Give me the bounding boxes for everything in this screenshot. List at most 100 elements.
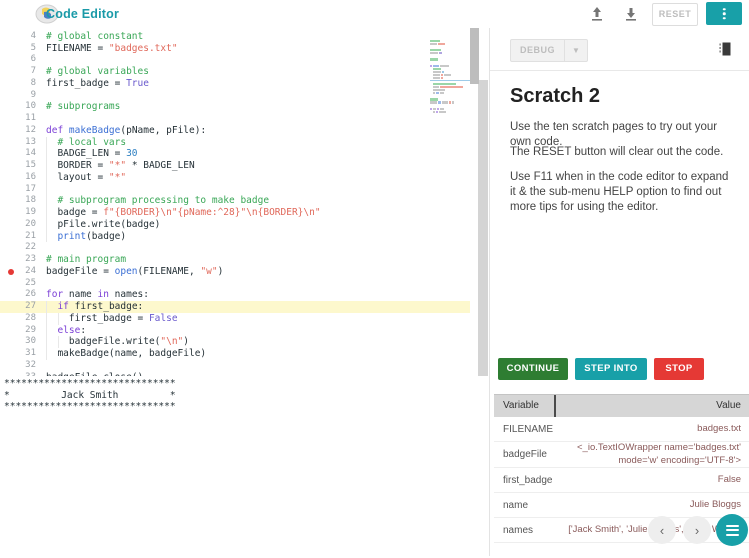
variable-value: badges.txt bbox=[697, 422, 741, 434]
debug-button[interactable]: DEBUG ▼ bbox=[510, 39, 589, 62]
debug-toolbar: DEBUG ▼ bbox=[490, 28, 749, 71]
code-line: 32 bbox=[0, 360, 470, 372]
code-editor-pane[interactable]: 34# global constant5FILENAME = "badges.t… bbox=[0, 28, 489, 377]
minimap-line bbox=[430, 108, 478, 110]
line-number: 15 bbox=[25, 160, 36, 170]
debug-controls: CONTINUE STEP INTO STOP bbox=[490, 358, 749, 392]
line-number: 12 bbox=[25, 124, 36, 135]
indent-guide bbox=[46, 183, 47, 196]
line-text: else: bbox=[57, 324, 87, 336]
variable-name: names bbox=[503, 524, 534, 536]
line-text: # subprogram processing to make badge bbox=[46, 195, 270, 207]
minimap-scrollbar-thumb[interactable] bbox=[478, 80, 488, 376]
variable-name: first_badge bbox=[503, 474, 553, 486]
variable-value: Julie Bloggs bbox=[689, 498, 741, 510]
column-header-variable: Variable bbox=[494, 395, 556, 417]
step-into-button[interactable]: STEP INTO bbox=[575, 358, 647, 380]
download-icon[interactable] bbox=[621, 4, 641, 24]
table-row: name Julie Bloggs bbox=[494, 493, 749, 518]
line-number: 23 bbox=[25, 254, 36, 264]
panel-paragraph: The RESET button will clear out the code… bbox=[510, 146, 724, 158]
kebab-menu-icon[interactable] bbox=[706, 2, 742, 25]
code-line: 4 # global constant bbox=[0, 31, 470, 43]
minimap-line bbox=[430, 105, 478, 114]
code-line: 13 # local vars bbox=[0, 136, 470, 149]
continue-button[interactable]: CONTINUE bbox=[498, 358, 568, 380]
table-row: FILENAME badges.txt bbox=[494, 417, 749, 442]
variable-name: FILENAME bbox=[503, 423, 554, 435]
code-line: 31 makeBadge(name, badgeFile) bbox=[0, 348, 470, 360]
code-line: 18 # subprogram processing to make badge bbox=[0, 195, 470, 207]
line-text: print(badge) bbox=[57, 230, 127, 242]
code-editor-app: Code Editor RESET 34# global constant5FI… bbox=[0, 0, 749, 558]
code-line: 17 bbox=[0, 183, 470, 196]
line-number: 25 bbox=[25, 277, 36, 288]
minimap-line bbox=[430, 93, 478, 104]
line-text: badge = f"{BORDER}\n"{pName:^28}"\n{BORD… bbox=[46, 207, 321, 218]
line-text: makeBadge(name, badgeFile) bbox=[46, 348, 207, 359]
variables-rows: FILENAME badges.txt badgeFile <_io.TextIOWr… bbox=[494, 417, 749, 543]
reset-button[interactable]: RESET bbox=[652, 3, 698, 26]
line-number: 26 bbox=[25, 289, 36, 300]
line-text: # subprograms bbox=[46, 101, 121, 113]
code-line: 16 layout = "*" bbox=[0, 171, 470, 184]
line-text: layout = "*" bbox=[46, 171, 127, 183]
list-menu-icon[interactable] bbox=[716, 514, 748, 546]
code-line: 19 badge = f"{BORDER}\n"{pName:^28}"\n{B… bbox=[0, 207, 470, 219]
chevron-right-icon[interactable]: › bbox=[683, 516, 711, 544]
panel-toggle-icon[interactable] bbox=[717, 40, 735, 58]
variables-table: Variable Value FILENAME badges.txt badgeFi… bbox=[494, 394, 749, 543]
line-text: badgeFile = open(FILENAME, "w") bbox=[46, 265, 224, 277]
upload-icon[interactable] bbox=[587, 4, 607, 24]
line-text: first_badge = False bbox=[46, 312, 178, 324]
table-row: badgeFile <_io.TextIOWrapper name='badges… bbox=[494, 442, 749, 468]
code-line: 5 FILENAME = "badges.txt" bbox=[0, 43, 470, 55]
chevron-down-icon[interactable]: ▼ bbox=[565, 40, 587, 61]
code-line: 26 for name in names: bbox=[0, 289, 470, 301]
code-line: 7 # global variables bbox=[0, 66, 470, 78]
panel-paragraph: Use F11 when in the code editor to expan… bbox=[510, 171, 729, 213]
code-line: 25 bbox=[0, 278, 470, 290]
code-scroll-area[interactable]: 34# global constant5FILENAME = "badges.t… bbox=[0, 28, 470, 376]
line-number: 32 bbox=[25, 359, 36, 370]
code-line: 15 BORDER = "*" * BADGE_LEN bbox=[0, 160, 470, 172]
line-number: 17 bbox=[25, 183, 36, 194]
line-number: 28 bbox=[25, 312, 36, 323]
line-number: 5 bbox=[30, 42, 36, 53]
variables-table-header: Variable Value bbox=[494, 394, 749, 417]
line-text: def makeBadge(pName, pFile): bbox=[46, 124, 207, 136]
editor-scrollbar-thumb[interactable] bbox=[470, 28, 479, 84]
line-text: BADGE_LEN = 30 bbox=[46, 148, 138, 160]
line-number: 18 bbox=[25, 195, 36, 206]
line-text: # main program bbox=[46, 254, 127, 265]
right-panel: DEBUG ▼ Scratch 2 Use the ten scratch pa… bbox=[489, 28, 749, 556]
variable-value: False bbox=[717, 473, 741, 485]
code-line: 8 first_badge = True bbox=[0, 78, 470, 90]
code-line: 22 bbox=[0, 242, 470, 254]
stop-button[interactable]: STOP bbox=[654, 358, 704, 380]
line-number: 27 bbox=[25, 301, 36, 311]
code-line: 27 if first_badge: bbox=[0, 301, 470, 313]
line-text: BORDER = "*" * BADGE_LEN bbox=[46, 160, 195, 171]
minimap-line bbox=[430, 111, 478, 113]
line-number: 31 bbox=[25, 348, 36, 358]
line-text: first_badge = True bbox=[46, 77, 149, 89]
code-lines: 34# global constant5FILENAME = "badges.t… bbox=[0, 28, 470, 376]
line-number: 4 bbox=[30, 30, 36, 41]
code-line: 29 else: bbox=[0, 324, 470, 337]
code-line: 21 print(badge) bbox=[0, 230, 470, 243]
variable-value: <_io.TextIOWrapper name='badges.txt' mod… bbox=[577, 442, 741, 466]
chevron-left-icon[interactable]: ‹ bbox=[648, 516, 676, 544]
line-number: 6 bbox=[30, 54, 36, 65]
line-number: 22 bbox=[25, 242, 36, 253]
code-line: 14 BADGE_LEN = 30 bbox=[0, 148, 470, 160]
variable-name: name bbox=[503, 499, 529, 511]
line-text: badgeFile.write("\n") bbox=[46, 336, 190, 348]
line-number: 30 bbox=[25, 336, 36, 347]
column-header-value: Value bbox=[716, 400, 741, 411]
debug-label: DEBUG bbox=[520, 45, 556, 55]
console-output: ****************************** * Jack Sm… bbox=[0, 376, 493, 558]
code-line: 30 badgeFile.write("\n") bbox=[0, 336, 470, 348]
line-number: 9 bbox=[30, 89, 36, 100]
code-line: 12 def makeBadge(pName, pFile): bbox=[0, 125, 470, 137]
